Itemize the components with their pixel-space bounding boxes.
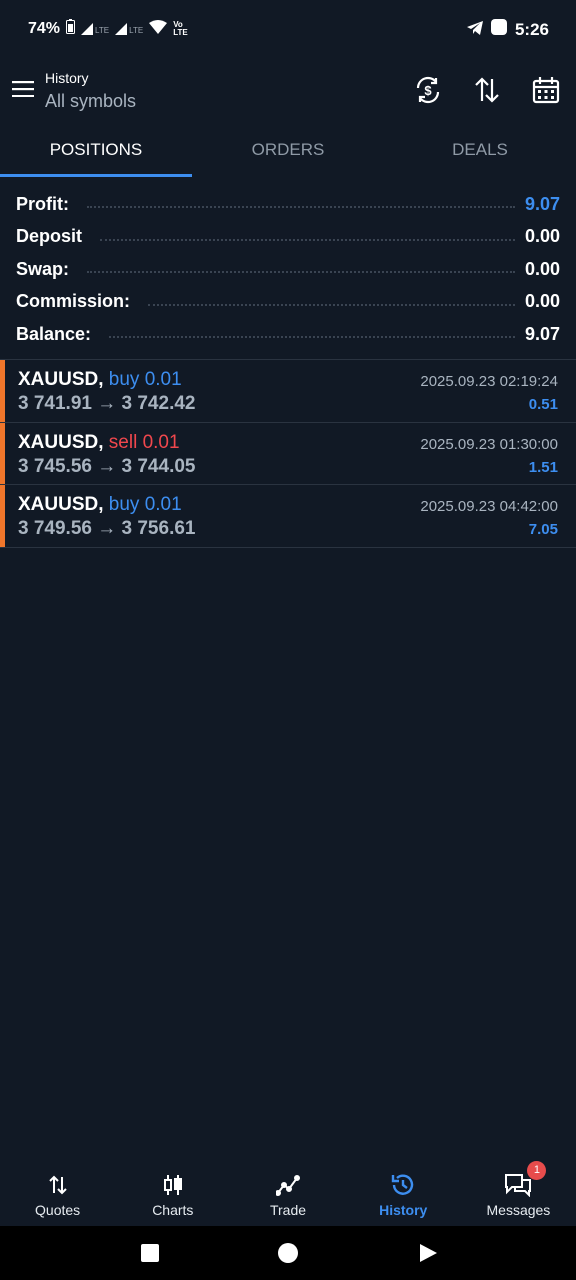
svg-text:$: $	[424, 83, 432, 98]
trade-icon	[273, 1170, 303, 1200]
dotted-leader	[109, 336, 515, 339]
history-icon	[388, 1170, 418, 1200]
nav-label: Charts	[152, 1202, 194, 1218]
summary-label: Balance:	[16, 323, 92, 344]
summary-row-balance: Balance: 9.07	[16, 318, 560, 351]
summary-value: 9.07	[524, 323, 560, 344]
app-header: History All symbols $	[0, 62, 576, 122]
signal-icon-2: LTE	[115, 23, 143, 35]
summary-row-commission: Commission: 0.00	[16, 286, 560, 319]
summary-panel: Profit: 9.07 Deposit 0.00 Swap: 0.00 Com…	[16, 188, 560, 351]
position-symbol: XAUUSD,	[18, 431, 104, 453]
nav-label: History	[379, 1202, 428, 1218]
wifi-icon	[149, 19, 168, 39]
position-title: XAUUSD, buy 0.01	[18, 494, 182, 516]
nav-history[interactable]: History	[346, 1162, 461, 1226]
nav-messages[interactable]: 1 Messages	[461, 1161, 576, 1226]
dotted-leader	[100, 238, 515, 241]
position-row[interactable]: XAUUSD, buy 0.01 3 741.91 → 3 742.42 202…	[0, 360, 576, 423]
nav-label: Trade	[269, 1202, 307, 1218]
summary-row-profit: Profit: 9.07	[16, 188, 560, 221]
position-time: 2025.09.23 02:19:24	[420, 373, 558, 390]
tab-positions[interactable]: POSITIONS	[0, 130, 192, 177]
tab-orders[interactable]: ORDERS	[192, 130, 384, 177]
sort-icon[interactable]	[471, 74, 503, 106]
tab-bar: POSITIONS ORDERS DEALS	[0, 130, 576, 177]
status-right: 5:26	[466, 19, 549, 40]
position-row[interactable]: XAUUSD, sell 0.01 3 745.56 → 3 744.05 20…	[0, 422, 576, 485]
summary-label: Profit:	[16, 193, 69, 214]
volte-bottom: LTE	[173, 28, 188, 37]
summary-label: Commission:	[16, 291, 131, 312]
summary-label: Swap:	[16, 258, 70, 279]
battery-icon	[66, 19, 76, 39]
summary-row-swap: Swap: 0.00	[16, 253, 560, 286]
home-icon[interactable]	[276, 1241, 300, 1265]
position-title: XAUUSD, buy 0.01	[18, 369, 182, 391]
currency-sync-icon[interactable]: $	[412, 74, 444, 106]
summary-value: 0.00	[524, 258, 560, 279]
position-title: XAUUSD, sell 0.01	[18, 432, 180, 454]
screen: 74% LTE LTE Vo LTE 5:26 History All symb…	[0, 0, 576, 1280]
position-prices: 3 745.56 → 3 744.05	[18, 455, 196, 477]
quotes-icon	[43, 1170, 73, 1200]
nav-trade[interactable]: Trade	[230, 1162, 345, 1226]
position-profit: 0.51	[528, 396, 558, 413]
messages-badge: 1	[527, 1161, 547, 1180]
system-nav-bar	[0, 1226, 576, 1280]
symbol-filter[interactable]: All symbols	[45, 88, 136, 114]
volte-icon: Vo LTE	[173, 21, 188, 37]
header-titles[interactable]: History All symbols	[45, 68, 136, 114]
position-symbol: XAUUSD,	[18, 369, 104, 390]
signal-label-2: LTE	[129, 26, 144, 35]
clock: 5:26	[514, 19, 549, 39]
position-prices: 3 749.56 → 3 756.61	[18, 518, 196, 539]
dotted-leader	[148, 303, 515, 306]
positions-list: XAUUSD, buy 0.01 3 741.91 → 3 742.42 202…	[0, 359, 576, 548]
nav-charts[interactable]: Charts	[115, 1162, 230, 1226]
messages-icon: 1	[503, 1161, 547, 1200]
nav-label: Messages	[486, 1202, 551, 1218]
position-side: sell 0.01	[108, 431, 180, 453]
summary-row-deposit: Deposit 0.00	[16, 221, 560, 254]
notification-square-icon	[490, 19, 507, 40]
dotted-leader	[87, 271, 515, 274]
position-time: 2025.09.23 01:30:00	[420, 435, 558, 453]
status-left: 74% LTE LTE Vo LTE	[28, 19, 188, 39]
battery-percent: 74%	[28, 20, 61, 37]
nav-label: Quotes	[35, 1202, 81, 1218]
summary-label: Deposit	[16, 226, 83, 247]
signal-icon-1: LTE	[81, 23, 109, 35]
recents-icon[interactable]	[138, 1241, 162, 1265]
position-prices: 3 741.91 → 3 742.42	[18, 393, 196, 414]
back-icon[interactable]	[416, 1241, 440, 1265]
dotted-leader	[87, 206, 515, 209]
position-time: 2025.09.23 04:42:00	[420, 498, 558, 515]
summary-value: 0.00	[524, 226, 560, 247]
status-bar: 74% LTE LTE Vo LTE 5:26	[0, 0, 576, 60]
section-title: History	[45, 70, 89, 86]
position-profit: 7.05	[528, 521, 558, 538]
signal-label-1: LTE	[95, 26, 110, 35]
position-indicator-bar	[0, 360, 5, 422]
calendar-icon[interactable]	[530, 74, 562, 106]
summary-value: 9.07	[524, 193, 560, 214]
bottom-nav: Quotes Charts Trade History 1 Messages	[0, 1161, 576, 1226]
charts-icon	[158, 1170, 188, 1200]
position-row[interactable]: XAUUSD, buy 0.01 3 749.56 → 3 756.61 202…	[0, 485, 576, 548]
position-indicator-bar	[0, 422, 5, 484]
position-symbol: XAUUSD,	[18, 494, 104, 515]
summary-value: 0.00	[524, 291, 560, 312]
position-profit: 1.51	[528, 458, 558, 476]
tab-deals[interactable]: DEALS	[384, 130, 576, 177]
menu-icon[interactable]	[10, 74, 36, 104]
position-side: buy 0.01	[108, 369, 182, 390]
position-side: buy 0.01	[108, 494, 182, 515]
position-indicator-bar	[0, 485, 5, 547]
telegram-icon	[466, 20, 483, 40]
nav-quotes[interactable]: Quotes	[0, 1162, 115, 1226]
